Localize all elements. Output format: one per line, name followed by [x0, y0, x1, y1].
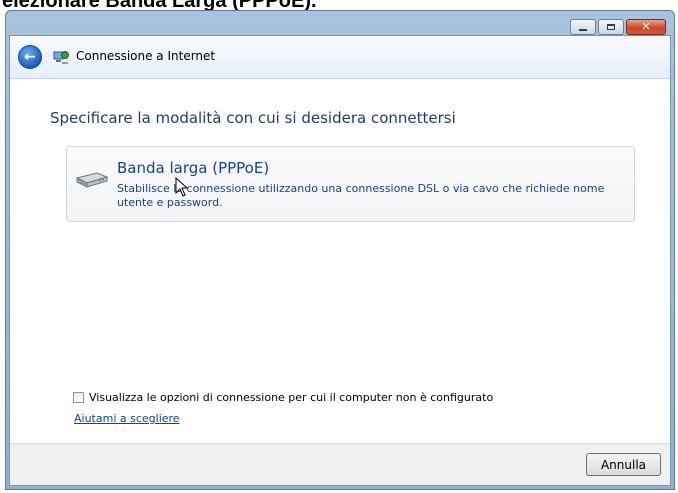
help-me-choose-link[interactable]: Aiutami a scegliere — [74, 412, 180, 425]
window-title: Connessione a Internet — [76, 49, 216, 63]
close-button[interactable]: ✕ — [626, 19, 666, 35]
broadband-pppoe-option[interactable]: Banda larga (PPPoE) Stabilisce la connes… — [66, 146, 635, 222]
wizard-nav-bar: ← Connessione a Internet — [10, 36, 670, 79]
window-client-area: ← Connessione a Internet Specificare la … — [9, 35, 671, 486]
option-title: Banda larga (PPPoE) — [117, 159, 270, 177]
checkbox-label: Visualizza le opzioni di connessione per… — [89, 391, 494, 404]
mouse-cursor-icon — [175, 177, 189, 197]
cancel-button[interactable]: Annulla — [586, 453, 661, 476]
back-arrow-icon: ← — [24, 49, 36, 65]
maximize-icon — [607, 24, 615, 30]
show-unconfigured-options-checkbox[interactable] — [73, 392, 84, 403]
back-button[interactable]: ← — [18, 45, 42, 69]
page-heading: Specificare la modalità con cui si desid… — [50, 109, 456, 127]
minimize-icon — [579, 28, 587, 31]
minimize-button[interactable] — [570, 19, 596, 35]
broadband-modem-icon — [75, 172, 109, 188]
window-caption-buttons: ✕ — [570, 19, 666, 35]
close-icon: ✕ — [641, 20, 651, 33]
option-description: Stabilisce la connessione utilizzando un… — [117, 182, 605, 209]
show-unconfigured-options-row[interactable]: Visualizza le opzioni di connessione per… — [73, 391, 493, 404]
network-icon — [53, 51, 69, 64]
maximize-button[interactable] — [598, 19, 624, 35]
wizard-footer: Annulla — [10, 443, 670, 485]
connection-wizard-window: ✕ ← Connessione a Internet Specificare l… — [5, 10, 675, 490]
